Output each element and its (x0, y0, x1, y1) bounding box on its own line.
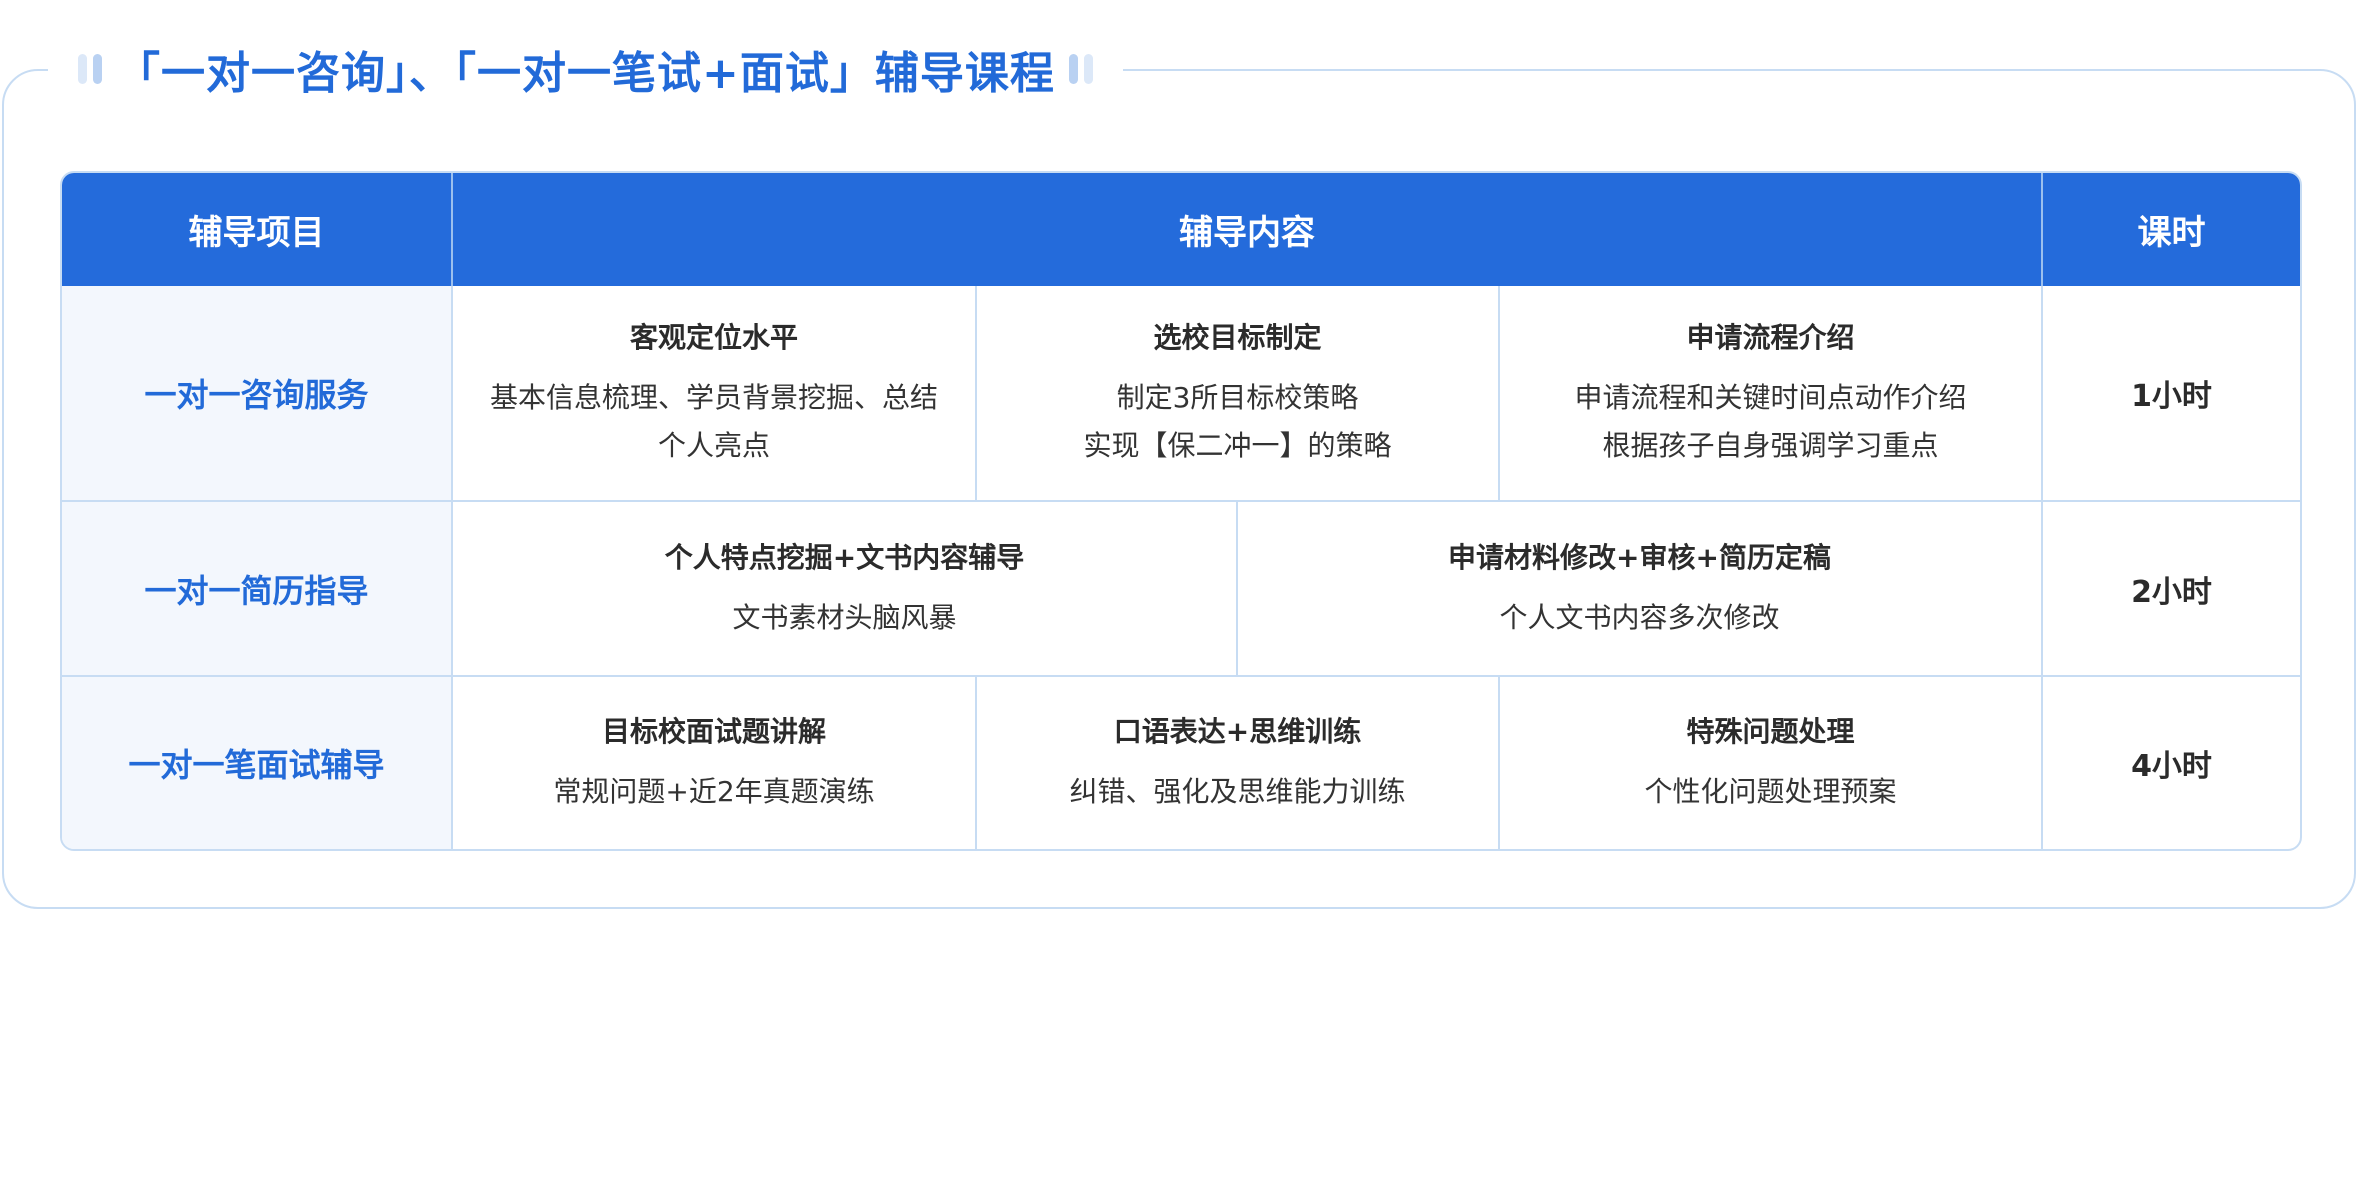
content-line: 制定3所目标校策略 (1116, 381, 1359, 414)
table-row: 一对一笔面试辅导 目标校面试题讲解 常规问题+近2年真题演练 口语表达+思维训练… (62, 676, 2300, 849)
content-line: 申请流程和关键时间点动作介绍 (1574, 381, 1967, 414)
content-cell: 申请流程介绍 申请流程和关键时间点动作介绍 根据孩子自身强调学习重点 (1499, 286, 2043, 502)
page-title: 「一对一咨询」、「一对一笔试+面试」辅导课程 (116, 48, 1055, 99)
row-hours: 1小时 (2042, 286, 2300, 502)
content-cell: 个人特点挖掘+文书内容辅导 文书素材头脑风暴 (452, 501, 1238, 677)
content-line: 基本信息梳理、学员背景挖掘、总结 (489, 381, 938, 414)
content-line: 文书素材头脑风暴 (732, 600, 957, 634)
header-content: 辅导内容 (452, 173, 2043, 286)
content-line: 常规问题+近2年真题演练 (553, 775, 875, 808)
content-title: 选校目标制定 (1153, 321, 1322, 354)
content-cell: 特殊问题处理 个性化问题处理预案 (1499, 676, 2043, 849)
title-bar: 「一对一咨询」、「一对一笔试+面试」辅导课程 (48, 28, 1123, 110)
content-title: 申请材料修改+审核+简历定稿 (1448, 540, 1831, 574)
content-desc: 个性化问题处理预案 (1501, 768, 2040, 816)
title-deco-right (1068, 54, 1093, 84)
table-row: 一对一简历指导 个人特点挖掘+文书内容辅导 文书素材头脑风暴 申请材料修改+审核… (62, 501, 2300, 677)
content-cell: 客观定位水平 基本信息梳理、学员背景挖掘、总结 个人亮点 (452, 286, 977, 502)
content-title: 申请流程介绍 (1686, 321, 1855, 354)
content-title: 客观定位水平 (629, 321, 798, 354)
content-desc: 常规问题+近2年真题演练 (454, 768, 974, 816)
content-cell: 口语表达+思维训练 纠错、强化及思维能力训练 (976, 676, 1500, 849)
content-desc: 个人文书内容多次修改 (1239, 594, 2040, 642)
content-line: 实现【保二冲一】的策略 (1083, 429, 1392, 462)
content-cell: 目标校面试题讲解 常规问题+近2年真题演练 (452, 676, 977, 849)
content-desc: 制定3所目标校策略 实现【保二冲一】的策略 (978, 374, 1497, 470)
content-desc: 文书素材头脑风暴 (454, 594, 1235, 642)
row-hours: 2小时 (2042, 501, 2300, 677)
title-deco-left (78, 54, 102, 84)
content-title: 目标校面试题讲解 (601, 715, 826, 748)
content-title: 口语表达+思维训练 (1113, 715, 1362, 748)
content-desc: 基本信息梳理、学员背景挖掘、总结 个人亮点 (454, 374, 974, 470)
content-desc: 申请流程和关键时间点动作介绍 根据孩子自身强调学习重点 (1501, 374, 2040, 470)
content-desc: 纠错、强化及思维能力训练 (978, 768, 1497, 816)
header-project: 辅导项目 (62, 173, 453, 286)
content-line: 个人文书内容多次修改 (1499, 600, 1780, 634)
content-line: 根据孩子自身强调学习重点 (1602, 429, 1939, 462)
content-line: 个性化问题处理预案 (1644, 775, 1897, 808)
row-project: 一对一笔面试辅导 (62, 676, 453, 849)
content-line: 个人亮点 (657, 429, 770, 462)
content-cell: 申请材料修改+审核+简历定稿 个人文书内容多次修改 (1237, 501, 2043, 677)
content-cell: 选校目标制定 制定3所目标校策略 实现【保二冲一】的策略 (976, 286, 1500, 502)
content-line: 纠错、强化及思维能力训练 (1069, 775, 1406, 808)
row-hours: 4小时 (2131, 749, 2212, 784)
row-project: 一对一简历指导 (62, 501, 453, 677)
table-header-row: 辅导项目 辅导内容 课时 (62, 173, 2300, 286)
course-table: 辅导项目 辅导内容 课时 一对一咨询服务 客观定位水平 基本信息梳理、学员背景挖… (60, 171, 2302, 851)
row-project: 一对一咨询服务 (62, 286, 453, 502)
content-title: 特殊问题处理 (1686, 715, 1855, 748)
table-row: 一对一咨询服务 客观定位水平 基本信息梳理、学员背景挖掘、总结 个人亮点 选校目… (62, 286, 2300, 502)
header-hours: 课时 (2042, 173, 2300, 286)
content-title: 个人特点挖掘+文书内容辅导 (664, 540, 1025, 574)
